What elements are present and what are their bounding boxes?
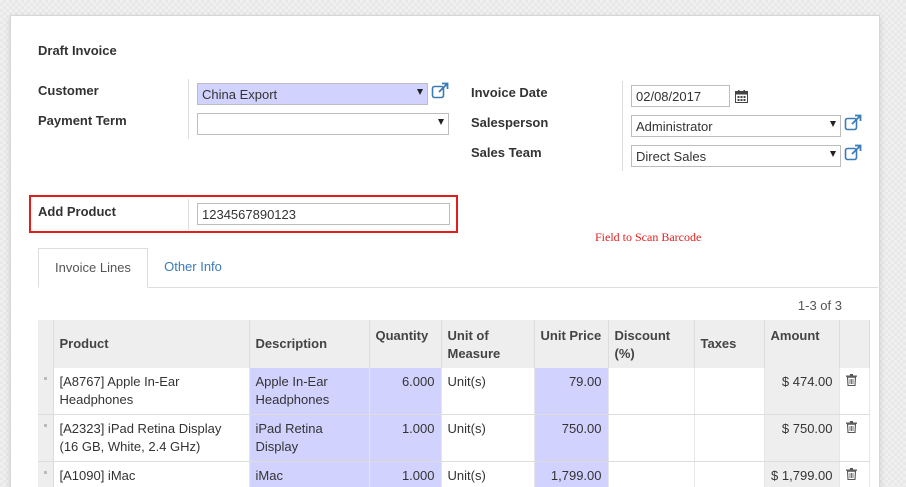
external-link-icon[interactable] [431, 82, 449, 100]
chevron-down-icon [830, 121, 836, 127]
add-product-input[interactable]: 1234567890123 [197, 203, 450, 225]
invoice-form-sheet: Draft Invoice Customer Payment Term Chin… [10, 15, 880, 487]
column-header-unit-of-measure[interactable]: Unit of Measure [441, 320, 535, 368]
cell-taxes[interactable] [694, 414, 765, 462]
customer-select-value: China Export [202, 87, 278, 102]
tab-invoice-lines[interactable]: Invoice Lines [38, 248, 148, 288]
salesperson-label: Salesperson [471, 115, 549, 130]
cell-product[interactable]: [A8767] Apple In-Ear Headphones [53, 368, 250, 415]
column-header-amount[interactable]: Amount [764, 320, 840, 368]
cell-amount: $ 1,799.00 [764, 461, 840, 487]
invoice-lines-table: Product Description Quantity Unit of Mea… [38, 320, 870, 487]
cell-unit-price[interactable]: 79.00 [534, 368, 609, 415]
sales-team-select[interactable]: Direct Sales [631, 145, 841, 167]
cell-unit-price[interactable]: 1,799.00 [534, 461, 609, 487]
trash-icon[interactable] [845, 468, 857, 481]
handle-header [38, 320, 54, 368]
column-header-discount[interactable]: Discount (%) [608, 320, 695, 368]
delete-cell[interactable] [839, 368, 870, 415]
column-header-unit-price[interactable]: Unit Price [534, 320, 609, 368]
column-header-taxes[interactable]: Taxes [694, 320, 765, 368]
payment-term-label: Payment Term [38, 113, 127, 128]
cell-discount[interactable] [608, 368, 695, 415]
chevron-down-icon [438, 119, 444, 125]
calendar-icon[interactable] [735, 90, 748, 103]
cell-discount[interactable] [608, 461, 695, 487]
cell-discount[interactable] [608, 414, 695, 462]
table-row[interactable]: [A2323] iPad Retina Display (16 GB, Whit… [38, 414, 870, 462]
cell-description[interactable]: iPad Retina Display [249, 414, 370, 462]
customer-label: Customer [38, 83, 99, 98]
salesperson-select-value: Administrator [636, 119, 713, 134]
delete-header [839, 320, 870, 368]
table-row[interactable]: [A1090] iMac iMac 1.000 Unit(s) 1,799.00… [38, 461, 870, 487]
cell-taxes[interactable] [694, 368, 765, 415]
external-link-icon[interactable] [844, 144, 862, 162]
drag-handle[interactable] [38, 368, 54, 415]
cell-amount: $ 474.00 [764, 368, 840, 415]
chevron-down-icon [830, 151, 836, 157]
sales-team-select-value: Direct Sales [636, 149, 707, 164]
handle-dot-icon [43, 377, 47, 380]
table-row[interactable]: [A8767] Apple In-Ear Headphones Apple In… [38, 368, 870, 415]
cell-uom[interactable]: Unit(s) [441, 461, 535, 487]
cell-unit-price[interactable]: 750.00 [534, 414, 609, 462]
payment-term-select[interactable] [197, 113, 449, 135]
cell-amount: $ 750.00 [764, 414, 840, 462]
cell-description[interactable]: Apple In-Ear Headphones [249, 368, 370, 415]
tab-other-info[interactable]: Other Info [148, 248, 238, 288]
cell-quantity[interactable]: 6.000 [369, 368, 442, 415]
cell-taxes[interactable] [694, 461, 765, 487]
cell-uom[interactable]: Unit(s) [441, 368, 535, 415]
chevron-down-icon [417, 89, 423, 95]
drag-handle[interactable] [38, 461, 54, 487]
column-header-quantity[interactable]: Quantity [369, 320, 442, 368]
invoice-date-input[interactable]: 02/08/2017 [631, 85, 730, 107]
table-header-row: Product Description Quantity Unit of Mea… [38, 320, 870, 368]
delete-cell[interactable] [839, 414, 870, 462]
cell-product[interactable]: [A2323] iPad Retina Display (16 GB, Whit… [53, 414, 250, 462]
delete-cell[interactable] [839, 461, 870, 487]
invoice-date-label: Invoice Date [471, 85, 548, 100]
trash-icon[interactable] [845, 374, 857, 387]
drag-handle[interactable] [38, 414, 54, 462]
customer-select[interactable]: China Export [197, 83, 428, 105]
field-divider [188, 199, 189, 230]
field-divider [188, 79, 189, 139]
handle-dot-icon [43, 424, 47, 427]
cell-quantity[interactable]: 1.000 [369, 414, 442, 462]
column-header-description[interactable]: Description [249, 320, 370, 368]
handle-dot-icon [43, 471, 47, 474]
cell-description[interactable]: iMac [249, 461, 370, 487]
cell-uom[interactable]: Unit(s) [441, 414, 535, 462]
field-divider [622, 81, 623, 171]
sales-team-label: Sales Team [471, 145, 542, 160]
trash-icon[interactable] [845, 421, 857, 434]
add-product-label: Add Product [38, 204, 116, 219]
column-header-product[interactable]: Product [53, 320, 250, 368]
cell-product[interactable]: [A1090] iMac [53, 461, 250, 487]
cell-quantity[interactable]: 1.000 [369, 461, 442, 487]
pager: 1-3 of 3 [797, 298, 842, 313]
salesperson-select[interactable]: Administrator [631, 115, 841, 137]
document-title: Draft Invoice [38, 43, 117, 58]
external-link-icon[interactable] [844, 114, 862, 132]
annotation-text: Field to Scan Barcode [595, 230, 702, 244]
